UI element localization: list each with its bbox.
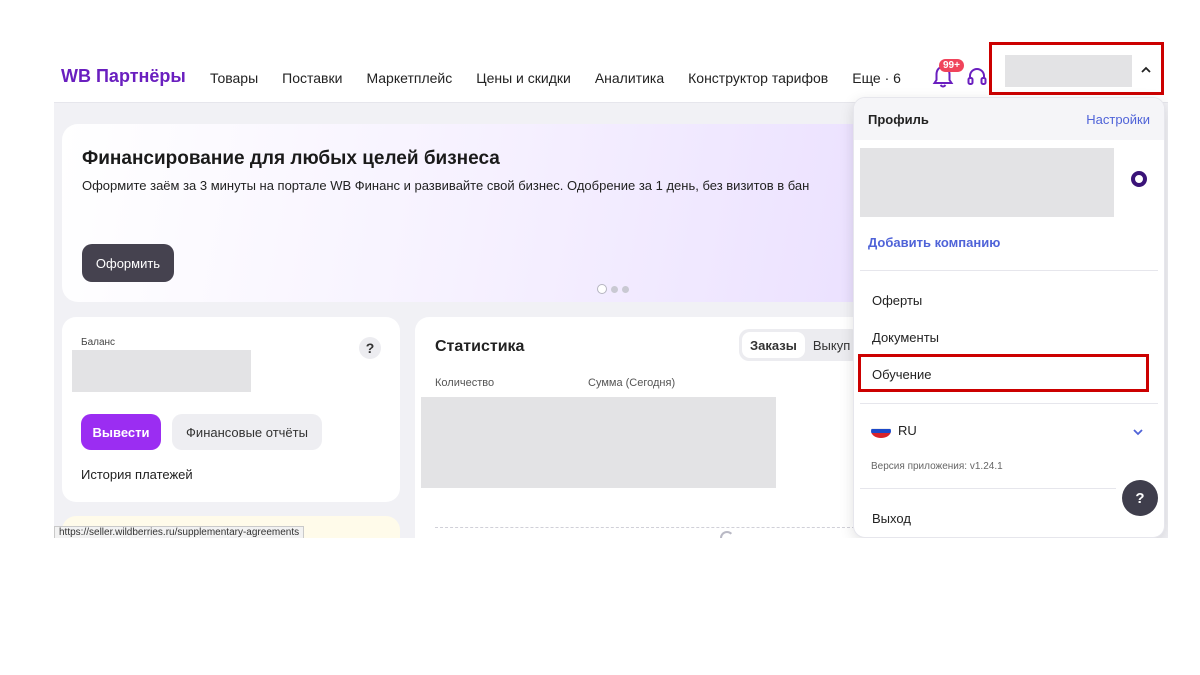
profile-dropdown: Профиль Настройки Добавить компанию Офер… xyxy=(853,97,1165,538)
language-selector[interactable]: RU xyxy=(898,423,917,438)
chart-baseline xyxy=(435,527,855,528)
settings-link[interactable]: Настройки xyxy=(1086,112,1150,127)
headset-icon[interactable] xyxy=(967,67,987,87)
chevron-down-icon[interactable] xyxy=(1132,428,1144,436)
sum-column-label: Сумма (Сегодня) xyxy=(588,377,676,389)
main-nav: Товары Поставки Маркетплейс Цены и скидк… xyxy=(210,70,925,86)
wb-partners-logo[interactable]: WB Партнёры xyxy=(61,66,186,87)
nav-item-analytics[interactable]: Аналитика xyxy=(595,70,664,86)
app-version: Версия приложения: v1.24.1 xyxy=(871,461,1003,472)
company-card-redacted[interactable] xyxy=(860,148,1114,217)
nav-item-prices-discounts[interactable]: Цены и скидки xyxy=(476,70,571,86)
statistics-tabs: Заказы Выкуп xyxy=(739,329,862,361)
logout-item[interactable]: Выход xyxy=(872,511,911,526)
help-button[interactable]: ? xyxy=(1122,480,1158,516)
dropdown-header: Профиль Настройки xyxy=(854,98,1164,140)
add-company-link[interactable]: Добавить компанию xyxy=(868,235,1000,250)
nav-item-tariff-builder[interactable]: Конструктор тарифов xyxy=(688,70,828,86)
financial-reports-button[interactable]: Финансовые отчёты xyxy=(172,414,322,450)
company-selected-radio[interactable] xyxy=(1131,171,1147,187)
app-screen: WB Партнёры Товары Поставки Маркетплейс … xyxy=(54,40,1168,538)
notification-count-badge: 99+ xyxy=(939,59,964,72)
russia-flag-icon xyxy=(871,424,891,438)
statistics-values-redacted xyxy=(421,397,776,488)
menu-item-documents[interactable]: Документы xyxy=(872,330,939,345)
top-navigation-bar: WB Партнёры Товары Поставки Маркетплейс … xyxy=(54,40,1168,103)
tab-orders[interactable]: Заказы xyxy=(742,332,805,358)
carousel-dot-3[interactable] xyxy=(622,285,629,293)
nav-item-more[interactable]: Еще · 6 xyxy=(852,70,901,86)
nav-item-marketplace[interactable]: Маркетплейс xyxy=(366,70,452,86)
nav-item-products[interactable]: Товары xyxy=(210,70,258,86)
balance-help-icon[interactable]: ? xyxy=(359,337,381,359)
divider xyxy=(860,403,1158,404)
divider xyxy=(860,488,1116,489)
profile-menu-button[interactable] xyxy=(989,42,1164,95)
banner-text: Оформите заём за 3 минуты на портале WB … xyxy=(82,178,810,193)
carousel-dot-1[interactable] xyxy=(597,284,607,294)
dropdown-title: Профиль xyxy=(868,112,929,127)
balance-card: Баланс ? Вывести Финансовые отчёты Истор… xyxy=(62,317,400,502)
status-bar-url: https://seller.wildberries.ru/supplement… xyxy=(54,526,305,538)
nav-item-supplies[interactable]: Поставки xyxy=(282,70,342,86)
withdraw-button[interactable]: Вывести xyxy=(81,414,161,450)
loading-spinner-icon xyxy=(720,531,734,538)
balance-label: Баланс xyxy=(81,337,116,348)
banner-title: Финансирование для любых целей бизнеса xyxy=(82,148,500,169)
apply-button[interactable]: Оформить xyxy=(82,244,174,282)
divider xyxy=(860,270,1158,271)
menu-item-offers[interactable]: Оферты xyxy=(872,293,922,308)
profile-name-redacted xyxy=(1005,55,1132,87)
menu-item-training[interactable]: Обучение xyxy=(872,367,931,382)
statistics-title: Статистика xyxy=(435,338,525,355)
carousel-dot-2[interactable] xyxy=(611,285,618,293)
carousel-dots xyxy=(597,284,629,294)
quantity-column-label: Количество xyxy=(435,377,495,389)
tab-buyouts[interactable]: Выкуп xyxy=(805,332,858,358)
payment-history-link[interactable]: История платежей xyxy=(81,467,193,482)
balance-value-redacted xyxy=(72,350,251,392)
chevron-up-icon xyxy=(1141,66,1151,73)
